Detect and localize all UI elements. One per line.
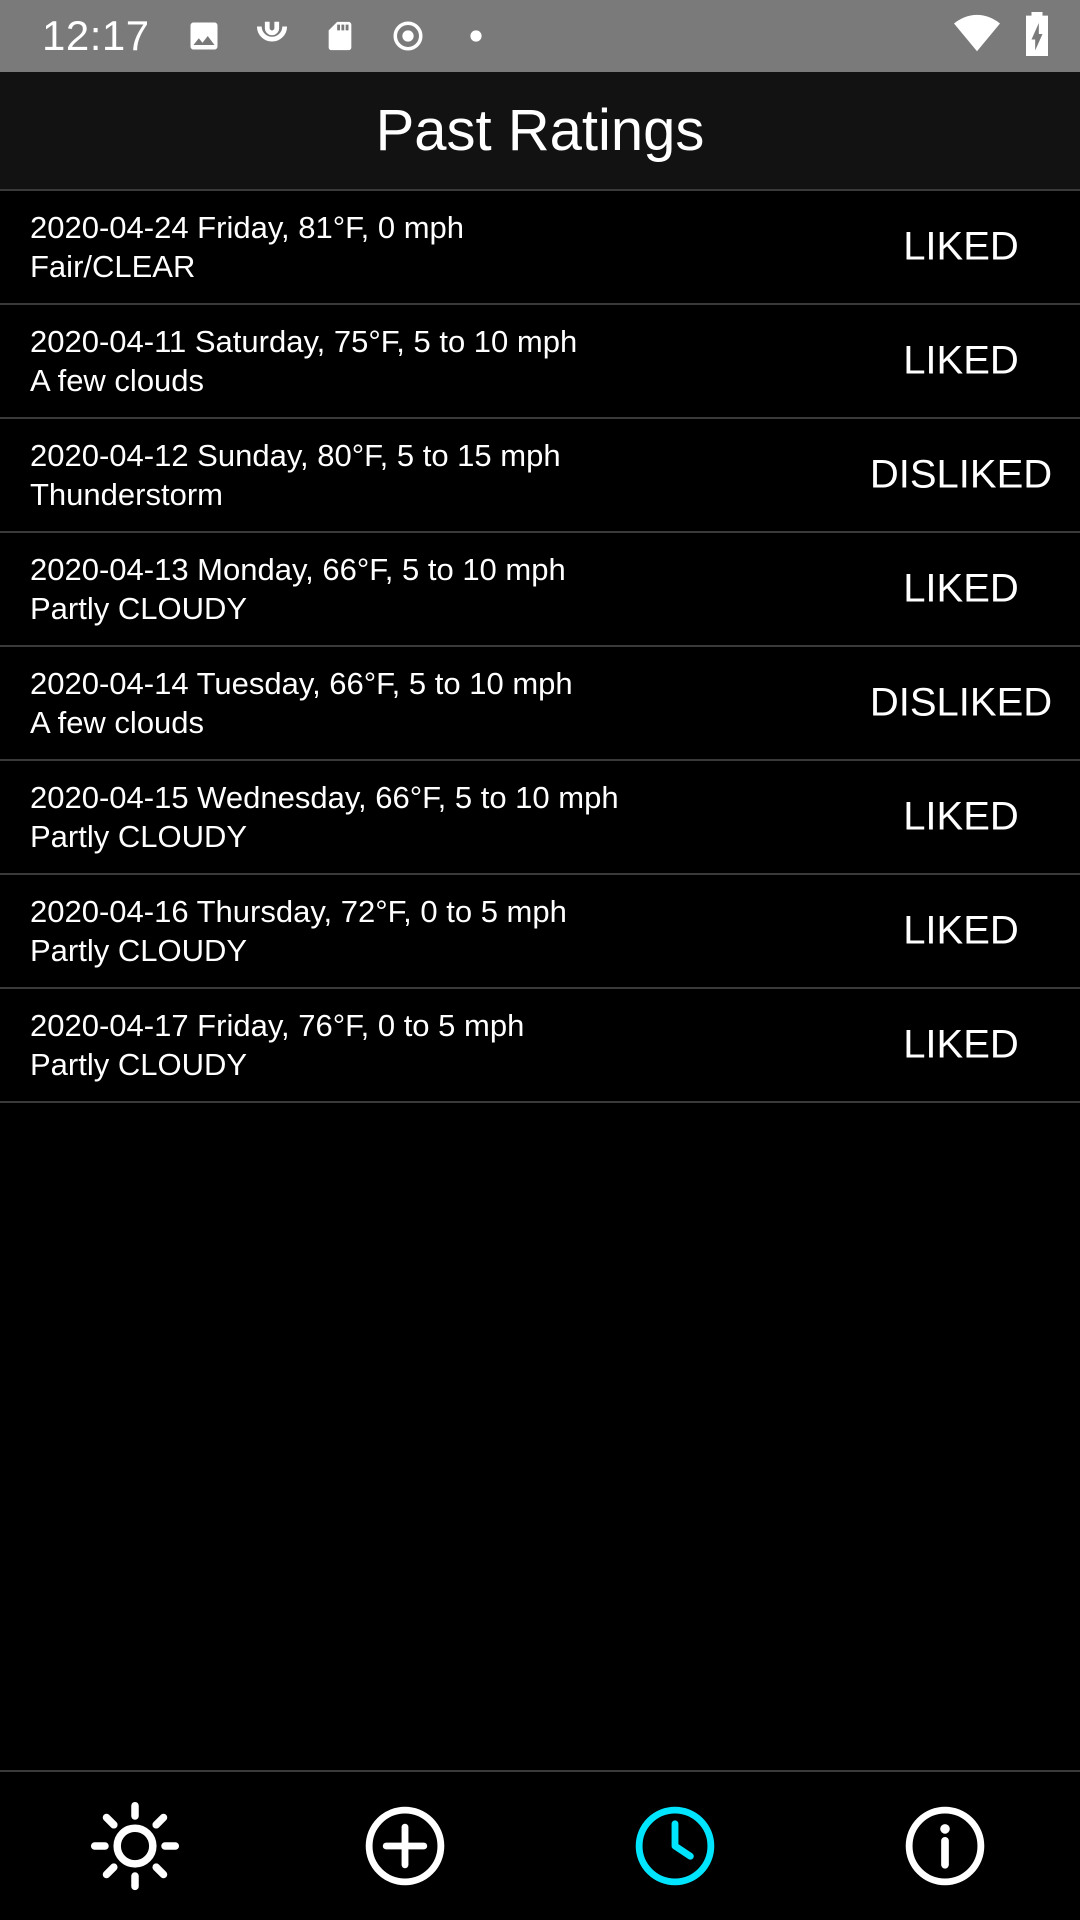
- rating-status: LIKED: [903, 794, 1019, 839]
- rating-status: LIKED: [903, 224, 1019, 269]
- rating-date-weather: 2020-04-12 Sunday, 80°F, 5 to 15 mph: [30, 438, 561, 473]
- rating-status: LIKED: [903, 566, 1019, 611]
- rating-status: LIKED: [903, 1022, 1019, 1067]
- rating-details: 2020-04-12 Sunday, 80°F, 5 to 15 mph Thu…: [0, 436, 790, 514]
- rating-conditions: Fair/CLEAR: [30, 249, 196, 284]
- rating-conditions: Partly CLOUDY: [30, 933, 248, 968]
- rating-details: 2020-04-14 Tuesday, 66°F, 5 to 10 mph A …: [0, 664, 790, 742]
- page-title: Past Ratings: [375, 98, 705, 163]
- battery-charging-icon: [1024, 11, 1050, 61]
- info-icon: [904, 1805, 986, 1887]
- notification-icons: [184, 16, 496, 56]
- ratings-list: 2020-04-24 Friday, 81°F, 0 mph Fair/CLEA…: [0, 191, 1080, 1103]
- rating-status: LIKED: [903, 338, 1019, 383]
- rating-date-weather: 2020-04-14 Tuesday, 66°F, 5 to 10 mph: [30, 666, 573, 701]
- screen: 12:17 Past Ratings 2020-04-24 Friday, 81…: [0, 0, 1080, 1920]
- list-item[interactable]: 2020-04-17 Friday, 76°F, 0 to 5 mph Part…: [0, 989, 1080, 1103]
- rating-status: LIKED: [903, 908, 1019, 953]
- add-circle-icon: [364, 1805, 446, 1887]
- list-item[interactable]: 2020-04-11 Saturday, 75°F, 5 to 10 mph A…: [0, 305, 1080, 419]
- rating-details: 2020-04-11 Saturday, 75°F, 5 to 10 mph A…: [0, 322, 790, 400]
- rating-status: DISLIKED: [869, 452, 1053, 497]
- wifi-icon: [954, 14, 1000, 59]
- rating-date-weather: 2020-04-11 Saturday, 75°F, 5 to 10 mph: [30, 324, 578, 359]
- rating-details: 2020-04-17 Friday, 76°F, 0 to 5 mph Part…: [0, 1006, 790, 1084]
- list-item[interactable]: 2020-04-12 Sunday, 80°F, 5 to 15 mph Thu…: [0, 419, 1080, 533]
- nav-info[interactable]: [810, 1772, 1080, 1920]
- rating-details: 2020-04-15 Wednesday, 66°F, 5 to 10 mph …: [0, 778, 790, 856]
- rating-conditions: Partly CLOUDY: [30, 819, 248, 854]
- rating-date-weather: 2020-04-24 Friday, 81°F, 0 mph: [30, 210, 464, 245]
- nav-add-rating[interactable]: [270, 1772, 540, 1920]
- status-time: 12:17: [42, 12, 150, 59]
- sd-card-icon: [320, 16, 360, 56]
- rating-date-weather: 2020-04-13 Monday, 66°F, 5 to 10 mph: [30, 552, 566, 587]
- nav-past-ratings[interactable]: [540, 1772, 810, 1920]
- rating-conditions: A few clouds: [30, 705, 205, 740]
- list-item[interactable]: 2020-04-13 Monday, 66°F, 5 to 10 mph Par…: [0, 533, 1080, 647]
- rating-status: DISLIKED: [869, 680, 1053, 725]
- title-bar: Past Ratings: [0, 72, 1080, 191]
- rating-details: 2020-04-13 Monday, 66°F, 5 to 10 mph Par…: [0, 550, 790, 628]
- list-item[interactable]: 2020-04-14 Tuesday, 66°F, 5 to 10 mph A …: [0, 647, 1080, 761]
- system-icons: [954, 11, 1050, 61]
- list-item[interactable]: 2020-04-16 Thursday, 72°F, 0 to 5 mph Pa…: [0, 875, 1080, 989]
- rating-conditions: Partly CLOUDY: [30, 591, 248, 626]
- rating-conditions: Partly CLOUDY: [30, 1047, 248, 1082]
- rating-conditions: Thunderstorm: [30, 477, 223, 512]
- rating-details: 2020-04-16 Thursday, 72°F, 0 to 5 mph Pa…: [0, 892, 790, 970]
- rating-details: 2020-04-24 Friday, 81°F, 0 mph Fair/CLEA…: [0, 208, 790, 286]
- status-bar: 12:17: [0, 0, 1080, 72]
- list-item[interactable]: 2020-04-15 Wednesday, 66°F, 5 to 10 mph …: [0, 761, 1080, 875]
- sun-icon: [90, 1801, 180, 1891]
- nav-weather[interactable]: [0, 1772, 270, 1920]
- arc-icon: [252, 16, 292, 56]
- clock-icon: [634, 1805, 716, 1887]
- rating-date-weather: 2020-04-16 Thursday, 72°F, 0 to 5 mph: [30, 894, 567, 929]
- list-item[interactable]: 2020-04-24 Friday, 81°F, 0 mph Fair/CLEA…: [0, 191, 1080, 305]
- rating-date-weather: 2020-04-15 Wednesday, 66°F, 5 to 10 mph: [30, 780, 619, 815]
- rating-conditions: A few clouds: [30, 363, 205, 398]
- image-icon: [184, 16, 224, 56]
- dot-icon: [456, 16, 496, 56]
- rating-date-weather: 2020-04-17 Friday, 76°F, 0 to 5 mph: [30, 1008, 525, 1043]
- record-icon: [388, 16, 428, 56]
- bottom-nav: [0, 1770, 1080, 1920]
